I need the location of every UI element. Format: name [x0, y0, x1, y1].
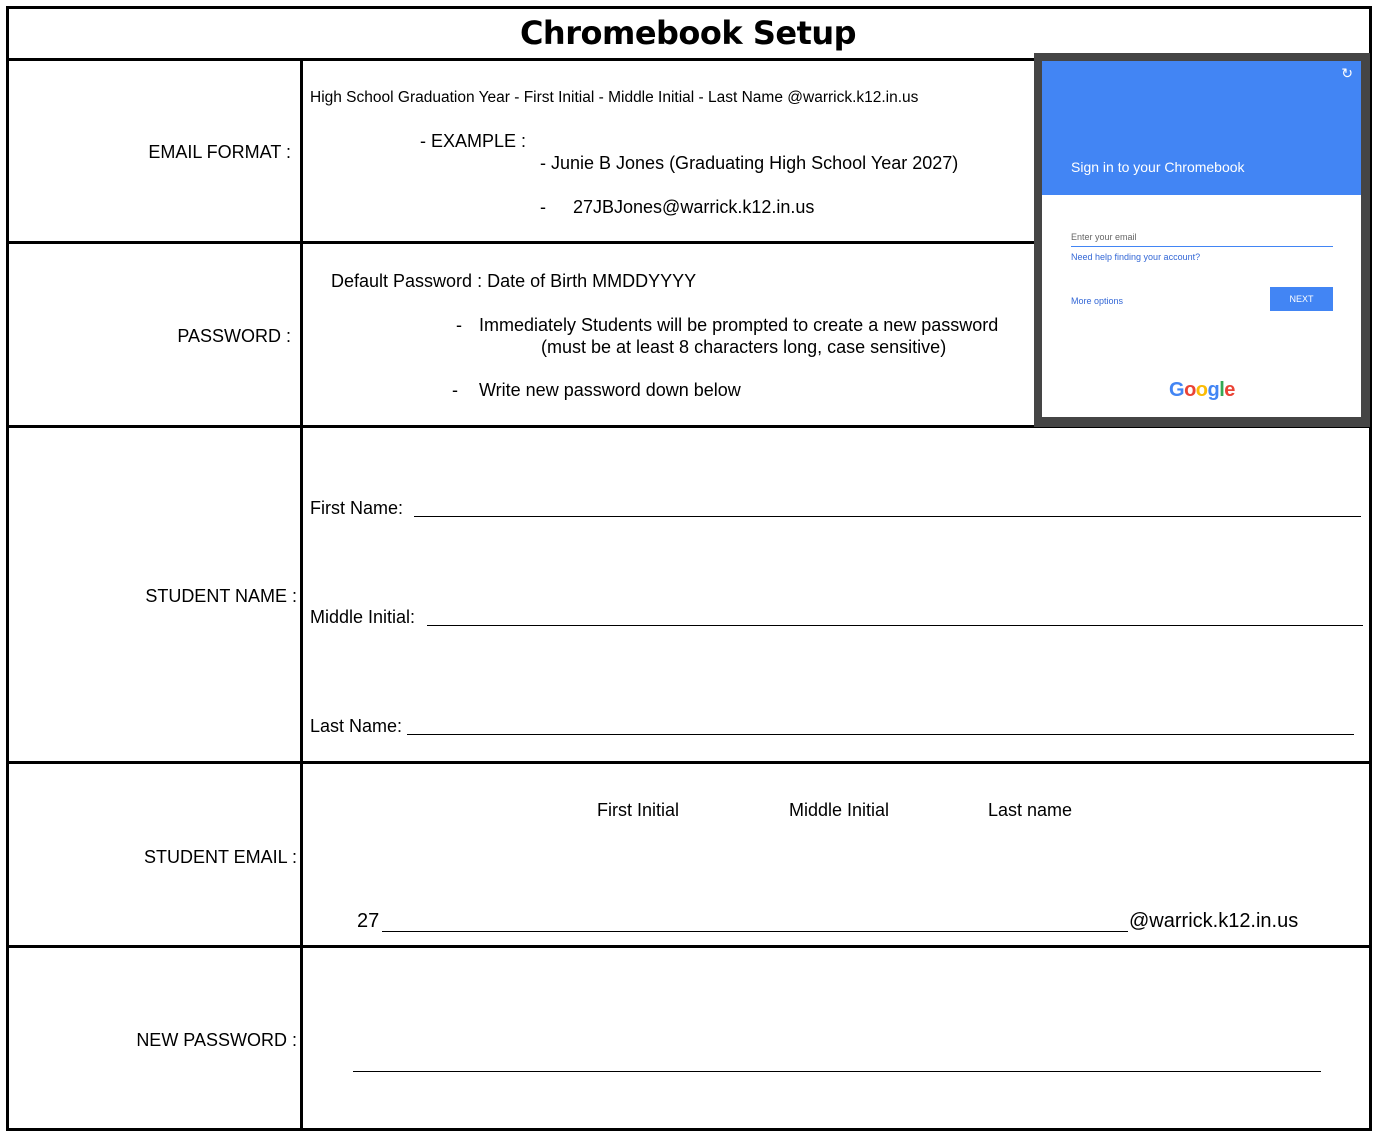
example-label: - EXAMPLE :: [420, 131, 527, 151]
write-password-line: Write new password down below: [479, 380, 741, 400]
signin-heading: Sign in to your Chromebook: [1071, 159, 1245, 175]
bullet-dash: -: [456, 315, 462, 335]
new-password-field[interactable]: [353, 1071, 1321, 1072]
example-dash: -: [540, 197, 546, 217]
email-format-line: High School Graduation Year - First Init…: [310, 89, 919, 106]
email-domain: @warrick.k12.in.us: [1129, 910, 1299, 932]
refresh-icon[interactable]: ↻: [1341, 66, 1353, 80]
first-name-field[interactable]: [414, 516, 1361, 517]
student-email-label: STUDENT EMAIL :: [143, 847, 297, 867]
next-button[interactable]: NEXT: [1270, 287, 1333, 311]
prompt-line-1: Immediately Students will be prompted to…: [479, 315, 999, 335]
middle-initial-label: Middle Initial:: [310, 607, 416, 627]
last-name-caption: Last name: [988, 800, 1073, 820]
table-border-top: [6, 6, 1372, 9]
email-input-underline: [1071, 246, 1333, 247]
last-name-label: Last Name:: [310, 716, 403, 736]
chromebook-signin-screenshot: ↻ Sign in to your Chromebook Enter your …: [1034, 53, 1370, 427]
table-border-left: [6, 6, 9, 1131]
row-divider: [6, 761, 1372, 764]
middle-initial-field[interactable]: [427, 625, 1363, 626]
email-format-label: EMAIL FORMAT :: [148, 142, 291, 162]
prompt-line-2: (must be at least 8 characters long, cas…: [541, 337, 947, 357]
first-initial-caption: First Initial: [597, 800, 680, 820]
default-password-line: Default Password : Date of Birth MMDDYYY…: [331, 271, 697, 291]
email-prefix: 27: [357, 910, 380, 932]
bullet-dash: -: [452, 380, 458, 400]
page-title: Chromebook Setup: [519, 14, 857, 52]
signin-card: ↻ Sign in to your Chromebook Enter your …: [1042, 61, 1361, 417]
signin-header: ↻ Sign in to your Chromebook: [1042, 61, 1361, 195]
middle-initial-caption: Middle Initial: [789, 800, 890, 820]
column-divider: [300, 58, 303, 1131]
email-input[interactable]: Enter your email: [1071, 232, 1137, 242]
student-name-label: STUDENT NAME :: [145, 586, 297, 606]
example-name: - Junie B Jones (Graduating High School …: [540, 153, 959, 173]
row-divider: [6, 945, 1372, 948]
student-email-field[interactable]: [382, 931, 1128, 932]
password-label: PASSWORD :: [177, 326, 291, 346]
first-name-label: First Name:: [310, 498, 404, 518]
new-password-label: NEW PASSWORD :: [136, 1030, 297, 1050]
example-email: 27JBJones@warrick.k12.in.us: [573, 197, 815, 217]
last-name-field[interactable]: [407, 734, 1354, 735]
help-link[interactable]: Need help finding your account?: [1071, 252, 1200, 262]
google-logo: Google: [1169, 379, 1235, 401]
table-border-bottom: [6, 1128, 1372, 1131]
more-options-link[interactable]: More options: [1071, 296, 1123, 306]
